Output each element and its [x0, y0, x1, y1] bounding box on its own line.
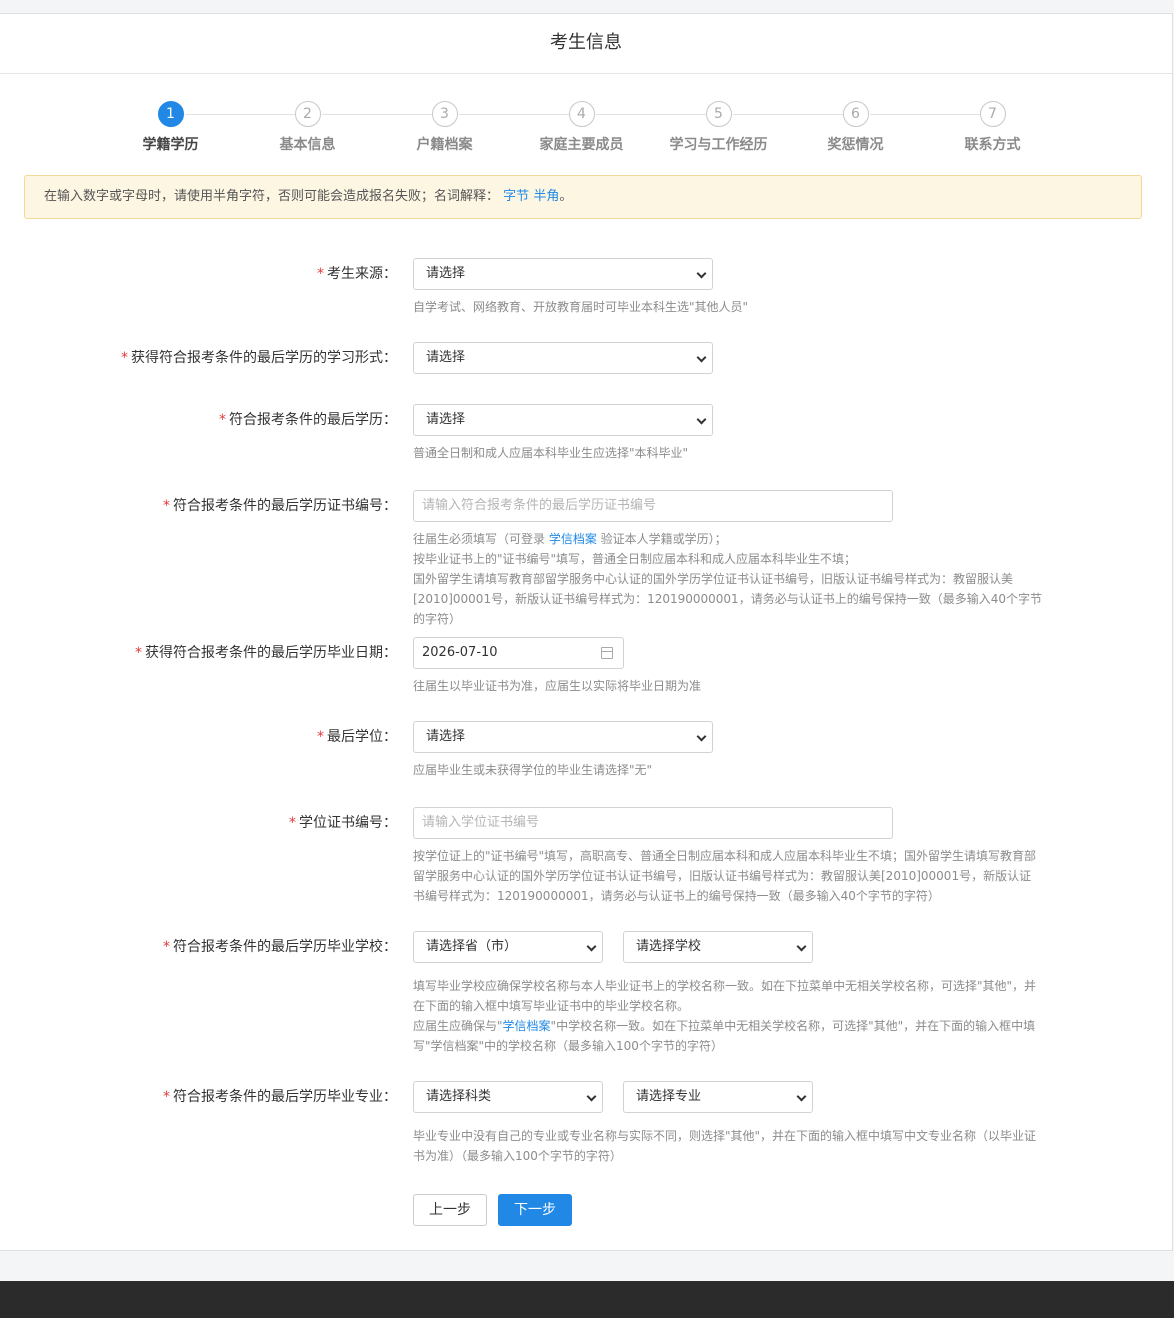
required-mark: *	[163, 1089, 170, 1105]
step-3[interactable]: 3 户籍档案	[376, 101, 513, 154]
degree-label: * 最后学位：	[317, 729, 397, 745]
required-mark: *	[163, 939, 170, 955]
source-label: * 考生来源：	[317, 266, 397, 282]
last-edu-hint: 普通全日制和成人应届本科毕业生应选择"本科毕业"	[413, 446, 689, 460]
notice-tail: 。	[559, 189, 573, 204]
study-form-label: * 获得符合报考条件的最后学历的学习形式：	[121, 350, 397, 366]
degree-no-hint: 按学位证上的"证书编号"填写，高职高专、普通全日制应届本科和成人应届本科毕业生不…	[413, 849, 1037, 903]
major-hint: 毕业专业中没有自己的专业或专业名称与实际不同，则选择"其他"，并在下面的输入框中…	[413, 1129, 1037, 1163]
cert-no-hint: 往届生必须填写（可登录 学信档案 验证本人学籍或学历）； 按毕业证书上的"证书编…	[413, 532, 1042, 626]
step-6[interactable]: 6 奖惩情况	[787, 101, 924, 154]
major-select[interactable]: 请选择专业	[623, 1081, 813, 1113]
province-select[interactable]: 请选择省（市）	[413, 931, 603, 963]
grad-date-hint: 往届生以毕业证书为准，应届生以实际将毕业日期为准	[413, 679, 702, 693]
required-mark: *	[317, 729, 324, 745]
xuexin-link[interactable]: 学信档案	[549, 532, 597, 546]
step-label: 学籍学历	[142, 137, 199, 153]
step-label: 户籍档案	[416, 137, 473, 153]
step-progress: 1 学籍学历 2 基本信息 3 户籍档案 4 家庭主要成员 5 学习与工作经历 …	[102, 101, 1058, 161]
notice-text: 在输入数字或字母时，请使用半角字符，否则可能会造成报名失败；名词解释：	[44, 189, 500, 204]
school-hint: 填写毕业学校应确保学校名称与本人毕业证书上的学校名称一致。如在下拉菜单中无相关学…	[413, 979, 1037, 1053]
next-step-button[interactable]: 下一步	[498, 1194, 572, 1226]
grad-date-label: * 获得符合报考条件的最后学历毕业日期：	[135, 645, 397, 661]
grad-date-input[interactable]: 2026-07-10	[413, 637, 624, 669]
step-5[interactable]: 5 学习与工作经历	[650, 101, 787, 154]
source-hint: 自学考试、网络教育、开放教育届时可毕业本科生选"其他人员"	[413, 300, 749, 314]
required-mark: *	[219, 412, 226, 428]
step-number: 6	[842, 101, 869, 127]
step-number: 5	[705, 101, 732, 127]
degree-no-label: * 学位证书编号：	[289, 815, 397, 831]
required-mark: *	[163, 498, 170, 514]
page-footer	[0, 1281, 1174, 1318]
notice-banner: 在输入数字或字母时，请使用半角字符，否则可能会造成报名失败；名词解释： 字节 半…	[24, 175, 1142, 219]
step-number: 2	[294, 101, 321, 127]
step-1[interactable]: 1 学籍学历	[102, 101, 239, 154]
step-number: 4	[568, 101, 595, 127]
school-label: * 符合报考条件的最后学历毕业学校：	[163, 939, 397, 955]
required-mark: *	[135, 645, 142, 661]
required-mark: *	[121, 350, 128, 366]
step-label: 奖惩情况	[827, 137, 884, 153]
cert-no-input[interactable]: 请输入符合报考条件的最后学历证书编号	[413, 490, 893, 522]
step-number: 3	[431, 101, 458, 127]
last-edu-label: * 符合报考条件的最后学历：	[219, 412, 397, 428]
calendar-icon[interactable]	[601, 647, 613, 659]
step-number: 1	[157, 101, 184, 127]
study-form-select[interactable]: 请选择	[413, 342, 713, 374]
prev-step-button[interactable]: 上一步	[413, 1194, 487, 1226]
step-label: 家庭主要成员	[539, 137, 624, 153]
step-label: 学习与工作经历	[669, 137, 768, 153]
source-select[interactable]: 请选择	[413, 258, 713, 290]
degree-no-input[interactable]: 请输入学位证书编号	[413, 807, 893, 839]
link-halfwidth[interactable]: 半角	[533, 189, 559, 204]
step-label: 基本信息	[279, 137, 336, 153]
required-mark: *	[317, 266, 324, 282]
cert-no-label: * 符合报考条件的最后学历证书编号：	[163, 498, 397, 514]
major-label: * 符合报考条件的最后学历毕业专业：	[163, 1089, 397, 1105]
school-select[interactable]: 请选择学校	[623, 931, 813, 963]
step-7[interactable]: 7 联系方式	[924, 101, 1061, 154]
xuexin-link[interactable]: 学信档案	[503, 1019, 551, 1033]
degree-hint: 应届毕业生或未获得学位的毕业生请选择"无"	[413, 763, 653, 777]
page-title: 考生信息	[0, 14, 1172, 74]
required-mark: *	[289, 815, 296, 831]
step-label: 联系方式	[964, 137, 1021, 153]
step-number: 7	[979, 101, 1006, 127]
category-select[interactable]: 请选择科类	[413, 1081, 603, 1113]
link-byte[interactable]: 字节	[503, 189, 529, 204]
degree-select[interactable]: 请选择	[413, 721, 713, 753]
last-edu-select[interactable]: 请选择	[413, 404, 713, 436]
step-4[interactable]: 4 家庭主要成员	[513, 101, 650, 154]
step-2[interactable]: 2 基本信息	[239, 101, 376, 154]
